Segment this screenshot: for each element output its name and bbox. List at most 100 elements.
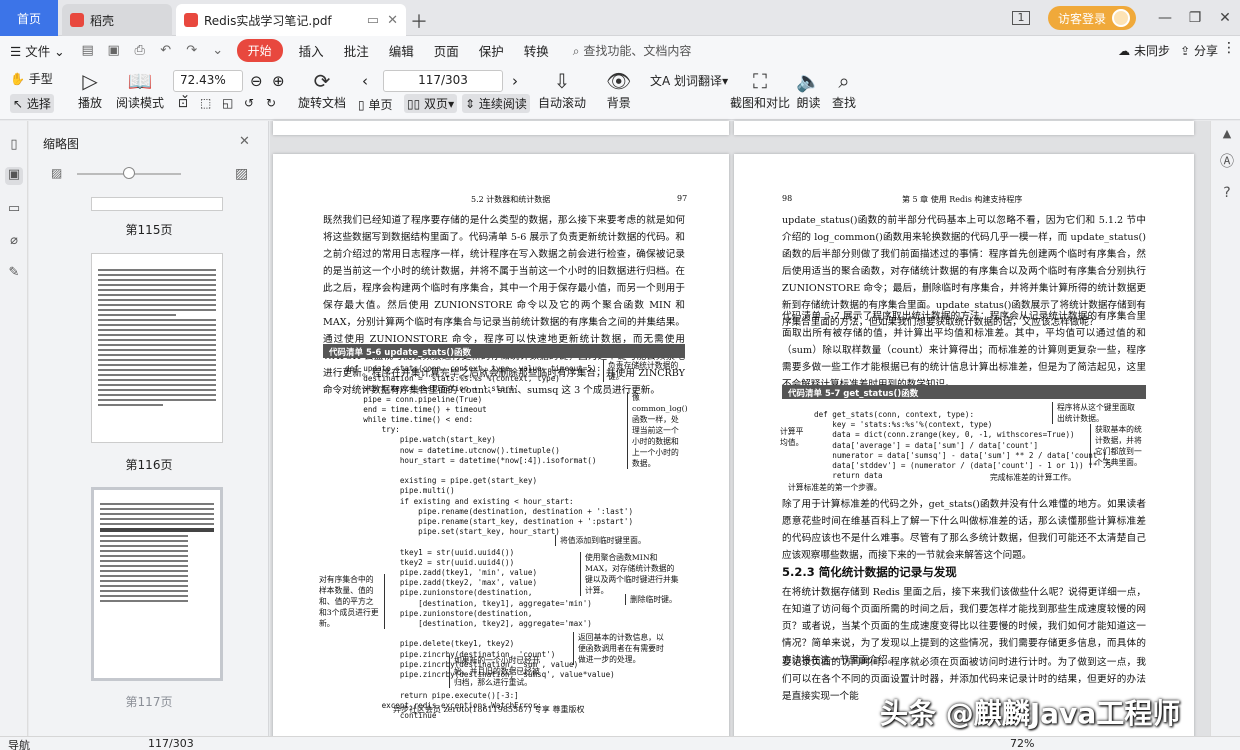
play-button[interactable]: ▷ 播放 — [78, 68, 102, 111]
cursor-icon: ↖ — [13, 96, 24, 111]
cloud-icon: ☁ — [1118, 44, 1131, 58]
scroll-up-icon[interactable]: ▲ — [1218, 127, 1236, 145]
slider-handle[interactable] — [123, 167, 135, 179]
signature-icon[interactable]: ✎ — [5, 265, 23, 283]
menu-edit[interactable]: 编辑 — [379, 41, 424, 60]
sync-button[interactable]: ☁ 未同步 — [1118, 42, 1170, 59]
fit-page-icon[interactable]: ⬚ — [200, 96, 211, 110]
note-8: 如果新的一个小时已经开始，并且旧的数据已经被归档，那么进行重试。 — [449, 655, 541, 688]
menu-bar: ☰ 文件 ⌄ ▤ ▣ ⎙ ↶ ↷ ⌄ 开始 插入 批注 编辑 页面 保护 转换 … — [0, 36, 1240, 64]
page-97: 5.2 计数器和统计数据 97 既然我们已经知道了程序要存储的是什么类型的数据，… — [273, 154, 729, 750]
search-placeholder: 查找功能、文档内容 — [583, 43, 692, 58]
page-97-number: 97 — [677, 194, 688, 203]
sync-label: 未同步 — [1133, 44, 1170, 58]
thumbnail-icon[interactable]: ▣ — [5, 167, 23, 185]
undo-icon[interactable]: ↶ — [158, 43, 174, 58]
share-button[interactable]: ⇪ 分享 — [1180, 42, 1218, 59]
actual-size-icon[interactable]: ⊡ — [178, 96, 188, 110]
new-tab-icon[interactable]: ＋ — [410, 8, 428, 34]
status-zoom[interactable]: 72% — [1010, 737, 1034, 750]
prev-page-icon[interactable]: ‹ — [362, 72, 368, 90]
zoom-out-icon[interactable]: ⊖ — [250, 72, 263, 90]
dropdown-icon[interactable]: ⌄ — [210, 43, 226, 58]
page-input[interactable]: 117/303 — [383, 70, 503, 92]
tab-home-label: 首页 — [16, 11, 41, 26]
nav-button[interactable]: 导航 — [8, 737, 30, 750]
document-area[interactable]: 5.2 计数器和统计数据 97 既然我们已经知道了程序要存储的是什么类型的数据，… — [270, 121, 1210, 750]
read-mode-button[interactable]: 📖 阅读模式 — [116, 68, 164, 111]
translate-button[interactable]: 文A 划词翻译 ▾ — [650, 72, 728, 89]
select-tool[interactable]: ↖ 选择 — [10, 94, 54, 113]
status-page[interactable]: 117/303 — [148, 737, 194, 750]
assistant-icon[interactable]: Ⓐ — [1218, 151, 1236, 170]
share-icon: ⇪ — [1180, 44, 1191, 58]
small-image-icon: ▨ — [51, 166, 63, 180]
zoom-in-icon[interactable]: ⊕ — [272, 72, 285, 90]
rotate-left-icon[interactable]: ↺ — [244, 96, 254, 110]
hand-icon: ✋ — [10, 71, 25, 86]
thumbnail-page-115[interactable] — [91, 197, 223, 211]
note-5: 删除临时键。 — [625, 594, 681, 605]
find-button[interactable]: ⌕ 查找 — [832, 68, 856, 111]
tab-home[interactable]: 首页 — [0, 0, 58, 36]
tab-pdf[interactable]: Redis实战学习笔记.pdf ▭ ✕ — [176, 4, 406, 36]
speaker-icon: 🔈 — [796, 69, 821, 93]
minimize-icon[interactable]: — — [1150, 10, 1180, 26]
rotate-right-icon[interactable]: ↻ — [266, 96, 276, 110]
page-98-paragraph-3: 除了用于计算标准差的代码之外，get_stats()函数并没有什么难懂的地方。如… — [782, 499, 1146, 561]
menu-protect[interactable]: 保护 — [469, 41, 514, 60]
bookmark-icon[interactable]: ▯ — [5, 137, 23, 155]
note-1: 负责存储统计数据的键。 — [603, 360, 679, 382]
thumbnail-label-115: 第115页 — [125, 223, 173, 237]
previous-page-left-strip — [273, 121, 729, 135]
play-icon: ▷ — [82, 69, 98, 93]
rotate-doc-button[interactable]: ⟳ 旋转文档 — [298, 68, 346, 111]
menu-file[interactable]: ☰ 文件 ⌄ — [0, 41, 75, 60]
single-page-button[interactable]: ▯ 单页 — [358, 96, 392, 113]
read-aloud-button[interactable]: 🔈 朗读 — [796, 68, 821, 111]
double-page-button[interactable]: ▯▯ 双页 ▾ — [404, 94, 458, 113]
zoom-select[interactable]: 72.43% ⌄ — [173, 70, 243, 101]
fit-width-icon[interactable]: ◱ — [222, 96, 233, 110]
tab-daoke[interactable]: 稻壳 — [62, 4, 172, 36]
menu-start[interactable]: 开始 — [236, 38, 283, 62]
menu-convert[interactable]: 转换 — [514, 41, 559, 60]
menu-page[interactable]: 页面 — [424, 41, 469, 60]
screenshot-button[interactable]: ⛶ 截图和对比 — [730, 68, 790, 111]
page-indicator: 117/303 — [418, 73, 468, 87]
close-window-icon[interactable]: ✕ — [1210, 10, 1240, 26]
page-98: 98 第 5 章 使用 Redis 构建支持程序 update_status()… — [734, 154, 1194, 750]
more-icon[interactable]: ⋮ — [1222, 40, 1236, 56]
single-page-icon: ▯ — [358, 97, 365, 112]
restore-icon[interactable]: ❐ — [1180, 10, 1210, 26]
page-count-icon[interactable]: 1 — [1011, 11, 1030, 25]
close-tab-icon[interactable]: ✕ — [387, 13, 398, 28]
book-icon: 📖 — [127, 69, 153, 93]
section-5-2-3-heading: 5.2.3 简化统计数据的记录与发现 — [782, 565, 957, 579]
close-panel-icon[interactable]: ✕ — [239, 134, 250, 149]
help-icon[interactable]: ? — [1218, 185, 1236, 203]
continuous-icon: ⇕ — [465, 96, 476, 111]
note-r-2: 获取基本的统计数据，并将它们都放到一个字典里面。 — [1090, 424, 1146, 468]
next-page-icon[interactable]: › — [512, 72, 518, 90]
open-icon[interactable]: ▤ — [80, 43, 96, 58]
autoscroll-button[interactable]: ⇩ 自动滚动 — [538, 68, 586, 111]
print-icon[interactable]: ⎙ — [132, 43, 148, 58]
background-label: 背景 — [606, 96, 631, 110]
redo-icon[interactable]: ↷ — [184, 43, 200, 58]
thumbnail-page-116[interactable] — [91, 253, 223, 443]
menu-insert[interactable]: 插入 — [289, 41, 334, 60]
attachment-icon[interactable]: ⌀ — [5, 233, 23, 251]
continuous-button[interactable]: ⇕ 连续阅读 — [462, 94, 530, 113]
thumbnail-page-117[interactable] — [91, 487, 223, 681]
menu-annotate[interactable]: 批注 — [334, 41, 379, 60]
thumbnail-label-116: 第116页 — [125, 458, 173, 472]
comment-icon[interactable]: ▭ — [5, 201, 23, 219]
background-button[interactable]: 👁 背景 — [606, 68, 631, 111]
restore-tab-icon[interactable]: ▭ — [367, 13, 379, 28]
search-box[interactable]: ⌕ 查找功能、文档内容 — [573, 42, 692, 59]
login-button[interactable]: 访客登录 — [1047, 6, 1136, 30]
translate-label: 划词翻译 — [674, 74, 723, 88]
hand-tool[interactable]: ✋ 手型 — [10, 70, 53, 87]
save-icon[interactable]: ▣ — [106, 43, 122, 58]
